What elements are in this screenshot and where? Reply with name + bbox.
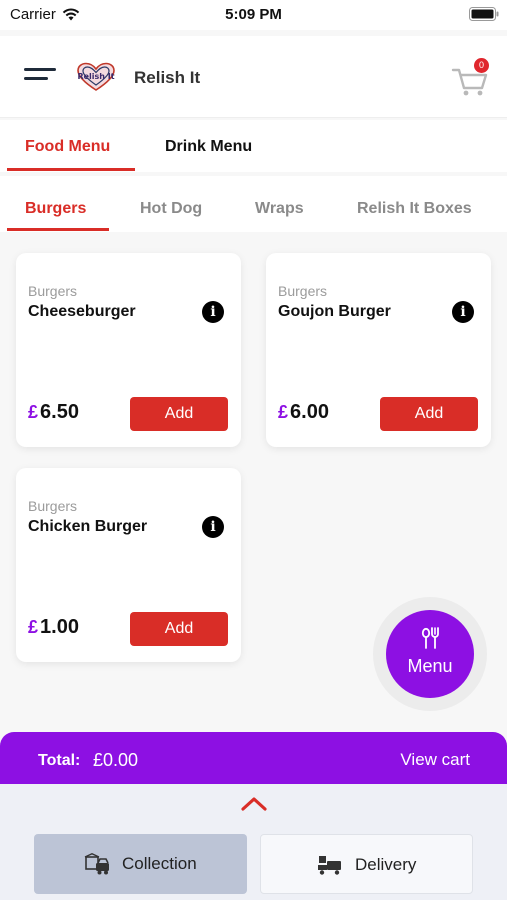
category-tab-wraps[interactable]: Wraps <box>255 200 304 218</box>
currency-symbol: £ <box>28 402 39 422</box>
add-button[interactable]: Add <box>130 612 228 646</box>
hamburger-line <box>24 77 48 80</box>
product-name: Cheeseburger <box>28 303 136 320</box>
menu-hamburger-button[interactable] <box>24 68 56 86</box>
active-category-indicator <box>7 228 109 231</box>
total-value: £0.00 <box>93 750 139 770</box>
product-category: Burgers <box>28 498 78 514</box>
active-tab-indicator <box>7 168 135 171</box>
status-time: 5:09 PM <box>225 6 282 23</box>
price-value: 6.00 <box>290 401 329 423</box>
product-category: Burgers <box>278 283 328 299</box>
menu-fab-button[interactable]: Menu <box>386 610 474 698</box>
product-card[interactable]: Burgers Chicken Burger i £1.00 Add <box>16 468 241 662</box>
product-card[interactable]: Burgers Goujon Burger i £6.00 Add <box>266 253 491 447</box>
menu-tabs: Food Menu Drink Menu <box>0 120 507 172</box>
product-price: £6.50 <box>28 401 79 424</box>
product-price: £6.00 <box>278 401 329 424</box>
brand-logo: Relish It <box>77 62 115 91</box>
app-title: Relish It <box>134 68 201 87</box>
category-tab-hot-dog[interactable]: Hot Dog <box>140 200 202 218</box>
cart-count-badge: 0 <box>474 58 489 73</box>
add-button[interactable]: Add <box>380 397 478 431</box>
info-icon[interactable]: i <box>202 301 224 323</box>
price-value: 1.00 <box>40 616 79 638</box>
product-category: Burgers <box>28 283 78 299</box>
order-type-panel: Collection Delivery <box>0 784 507 900</box>
app-header: Relish It Relish It 0 <box>0 36 507 118</box>
info-icon[interactable]: i <box>202 516 224 538</box>
view-cart-link[interactable]: View cart <box>400 750 470 770</box>
menu-fab-label: Menu <box>407 656 453 676</box>
add-button[interactable]: Add <box>130 397 228 431</box>
battery-icon <box>469 7 499 21</box>
cutlery-icon <box>421 627 439 649</box>
product-name: Goujon Burger <box>278 303 391 320</box>
delivery-truck-icon <box>318 856 341 875</box>
status-bar: Carrier 5:09 PM <box>0 0 507 30</box>
product-name: Chicken Burger <box>28 518 148 535</box>
product-price: £1.00 <box>28 616 79 639</box>
delivery-option-button[interactable]: Delivery <box>260 834 473 894</box>
cart-button[interactable]: 0 <box>450 58 490 98</box>
logo-text: Relish It <box>77 72 114 81</box>
category-tab-burgers[interactable]: Burgers <box>25 200 86 218</box>
currency-symbol: £ <box>28 617 39 637</box>
price-value: 6.50 <box>40 401 79 423</box>
collection-option-button[interactable]: Collection <box>34 834 247 894</box>
tab-drink-menu[interactable]: Drink Menu <box>165 138 252 156</box>
cart-total-bar: Total: £0.00 View cart <box>0 732 507 788</box>
category-tab-relish-it-boxes[interactable]: Relish It Boxes <box>357 200 472 218</box>
info-icon[interactable]: i <box>452 301 474 323</box>
product-card[interactable]: Burgers Cheeseburger i £6.50 Add <box>16 253 241 447</box>
tab-food-menu[interactable]: Food Menu <box>25 138 110 156</box>
delivery-label: Delivery <box>355 855 417 874</box>
collection-store-icon <box>84 853 109 875</box>
chevron-up-icon[interactable] <box>239 794 269 812</box>
collection-label: Collection <box>122 854 197 873</box>
total-label: Total: <box>38 752 81 769</box>
currency-symbol: £ <box>278 402 289 422</box>
category-tabs: Burgers Hot Dog Wraps Relish It Boxes <box>0 176 507 232</box>
hamburger-line <box>24 68 56 71</box>
